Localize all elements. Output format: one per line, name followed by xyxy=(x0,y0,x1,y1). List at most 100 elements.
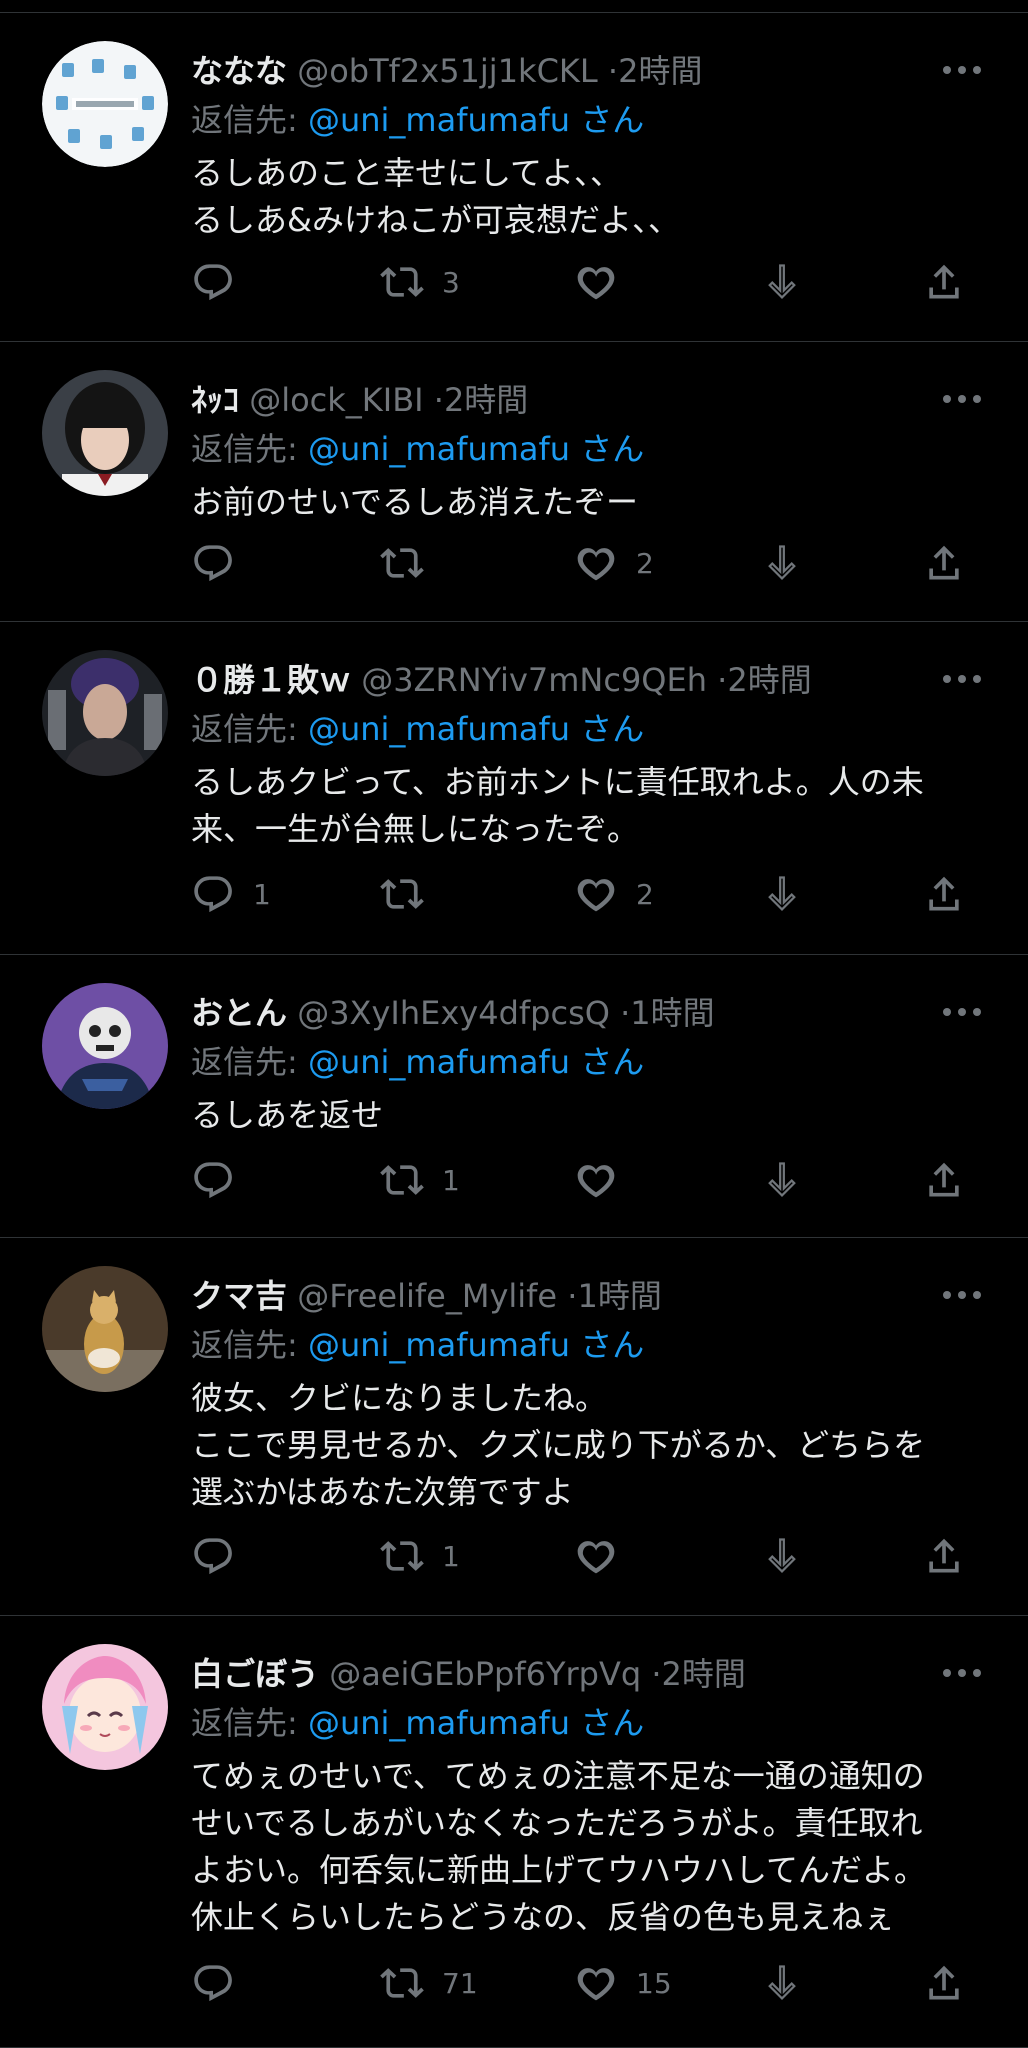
more-options-button[interactable] xyxy=(928,48,988,94)
timestamp[interactable]: 1時間 xyxy=(577,1277,661,1315)
more-options-button[interactable] xyxy=(928,1273,988,1319)
timestamp[interactable]: 1時間 xyxy=(630,994,714,1032)
avatar[interactable] xyxy=(42,1266,168,1392)
mention-handle[interactable]: @uni_mafumafu xyxy=(308,1704,570,1742)
mention-suffix[interactable]: さん xyxy=(580,1043,644,1081)
tweet-actions: 71 15 xyxy=(0,1960,1028,2006)
like-button[interactable]: 15 xyxy=(574,1960,672,2006)
mention-suffix[interactable]: さん xyxy=(580,430,644,468)
separator-dot: · xyxy=(433,381,444,419)
replying-to-label: 返信先: xyxy=(191,101,308,139)
retweet-button[interactable]: 71 xyxy=(380,1960,478,2006)
user-handle[interactable]: @Freelife_Mylife xyxy=(297,1277,557,1315)
tweet[interactable]: 白ごぼう @aeiGEbPpf6YrpVq ·2時間 返信先: @uni_maf… xyxy=(0,1616,1028,2048)
reply-button[interactable] xyxy=(191,1157,253,1203)
replying-to: 返信先: @uni_mafumafu さん xyxy=(191,1697,988,1749)
mention-suffix[interactable]: さん xyxy=(580,710,644,748)
tweet[interactable]: ０勝１敗ｗ @3ZRNYiv7mNc9QEh ·2時間 返信先: @uni_ma… xyxy=(0,622,1028,955)
tweet-content: ０勝１敗ｗ @3ZRNYiv7mNc9QEh ·2時間 返信先: @uni_ma… xyxy=(191,657,988,853)
user-handle[interactable]: @aeiGEbPpf6YrpVq xyxy=(329,1655,641,1693)
retweet-count: 71 xyxy=(442,1966,478,2000)
timestamp[interactable]: 2時間 xyxy=(727,661,811,699)
reply-button[interactable]: 1 xyxy=(191,871,271,917)
mention-link[interactable]: @uni_mafumafu さん xyxy=(308,1326,644,1364)
mention-link[interactable]: @uni_mafumafu さん xyxy=(308,430,644,468)
like-button[interactable]: 2 xyxy=(574,871,654,917)
share-button[interactable] xyxy=(922,1157,966,1203)
user-handle[interactable]: @lock_KIBI xyxy=(249,381,423,419)
replying-to: 返信先: @uni_mafumafu さん xyxy=(191,1319,988,1371)
share-button[interactable] xyxy=(922,1533,966,1579)
like-button[interactable] xyxy=(574,259,636,305)
reply-button[interactable] xyxy=(191,259,253,305)
mention-handle[interactable]: @uni_mafumafu xyxy=(308,430,570,468)
mention-link[interactable]: @uni_mafumafu さん xyxy=(308,710,644,748)
tweet[interactable]: ななな @obTf2x51jj1kCKL ·2時間 返信先: @uni_mafu… xyxy=(0,13,1028,342)
mention-handle[interactable]: @uni_mafumafu xyxy=(308,710,570,748)
display-name[interactable]: クマ吉 xyxy=(191,1277,287,1315)
mention-handle[interactable]: @uni_mafumafu xyxy=(308,1043,570,1081)
like-button[interactable] xyxy=(574,1533,636,1579)
like-button[interactable]: 2 xyxy=(574,540,654,586)
reply-timeline: ななな @obTf2x51jj1kCKL ·2時間 返信先: @uni_mafu… xyxy=(0,0,1028,2048)
separator-dot: · xyxy=(620,994,631,1032)
tweet-actions: 1 xyxy=(0,1533,1028,1579)
share-button[interactable] xyxy=(922,871,966,917)
tweet[interactable]: クマ吉 @Freelife_Mylife ·1時間 返信先: @uni_mafu… xyxy=(0,1238,1028,1616)
timestamp[interactable]: 2時間 xyxy=(662,1655,746,1693)
mention-handle[interactable]: @uni_mafumafu xyxy=(308,1326,570,1364)
user-handle[interactable]: @obTf2x51jj1kCKL xyxy=(297,52,598,90)
tweet[interactable]: ﾈｯｺ @lock_KIBI ·2時間 返信先: @uni_mafumafu さ… xyxy=(0,342,1028,622)
display-name[interactable]: おとん xyxy=(191,994,287,1032)
retweet-button[interactable] xyxy=(380,540,442,586)
tweet-text: てめぇのせいで、てめぇの注意不足な一通の通知の せいでるしあがいなくなっただろう… xyxy=(191,1757,927,1936)
retweet-button[interactable]: 1 xyxy=(380,1157,460,1203)
avatar[interactable] xyxy=(42,983,168,1109)
avatar[interactable] xyxy=(42,41,168,167)
more-icon xyxy=(943,1669,981,1677)
download-button[interactable] xyxy=(760,871,804,917)
replying-to-label: 返信先: xyxy=(191,1326,308,1364)
reply-button[interactable] xyxy=(191,1533,253,1579)
share-button[interactable] xyxy=(922,1960,966,2006)
reply-button[interactable] xyxy=(191,540,253,586)
mention-handle[interactable]: @uni_mafumafu xyxy=(308,101,570,139)
like-button[interactable] xyxy=(574,1157,636,1203)
user-handle[interactable]: @3XyIhExy4dfpcsQ xyxy=(297,994,610,1032)
avatar[interactable] xyxy=(42,650,168,776)
tweet[interactable]: おとん @3XyIhExy4dfpcsQ ·1時間 返信先: @uni_mafu… xyxy=(0,955,1028,1238)
download-button[interactable] xyxy=(760,1157,804,1203)
retweet-button[interactable]: 3 xyxy=(380,259,460,305)
share-button[interactable] xyxy=(922,259,966,305)
avatar[interactable] xyxy=(42,370,168,496)
more-options-button[interactable] xyxy=(928,990,988,1036)
user-handle[interactable]: @3ZRNYiv7mNc9QEh xyxy=(361,661,707,699)
download-button[interactable] xyxy=(760,540,804,586)
timestamp[interactable]: 2時間 xyxy=(618,52,702,90)
mention-link[interactable]: @uni_mafumafu さん xyxy=(308,1704,644,1742)
more-options-button[interactable] xyxy=(928,1651,988,1697)
display-name[interactable]: ﾈｯｺ xyxy=(191,381,239,419)
display-name[interactable]: ０勝１敗ｗ xyxy=(191,661,351,699)
display-name[interactable]: 白ごぼう xyxy=(191,1655,319,1693)
separator-dot: · xyxy=(567,1277,578,1315)
mention-suffix[interactable]: さん xyxy=(580,101,644,139)
mention-suffix[interactable]: さん xyxy=(580,1704,644,1742)
mention-link[interactable]: @uni_mafumafu さん xyxy=(308,1043,644,1081)
download-button[interactable] xyxy=(760,1960,804,2006)
more-options-button[interactable] xyxy=(928,657,988,703)
share-button[interactable] xyxy=(922,540,966,586)
avatar[interactable] xyxy=(42,1644,168,1770)
mention-link[interactable]: @uni_mafumafu さん xyxy=(308,101,644,139)
more-options-button[interactable] xyxy=(928,377,988,423)
retweet-button[interactable]: 1 xyxy=(380,1533,460,1579)
separator-dot: · xyxy=(651,1655,662,1693)
reply-button[interactable] xyxy=(191,1960,253,2006)
timestamp[interactable]: 2時間 xyxy=(444,381,528,419)
display-name[interactable]: ななな xyxy=(191,52,287,90)
tweet-actions: 1 2 xyxy=(0,871,1028,917)
download-button[interactable] xyxy=(760,259,804,305)
mention-suffix[interactable]: さん xyxy=(580,1326,644,1364)
retweet-button[interactable] xyxy=(380,871,442,917)
download-button[interactable] xyxy=(760,1533,804,1579)
